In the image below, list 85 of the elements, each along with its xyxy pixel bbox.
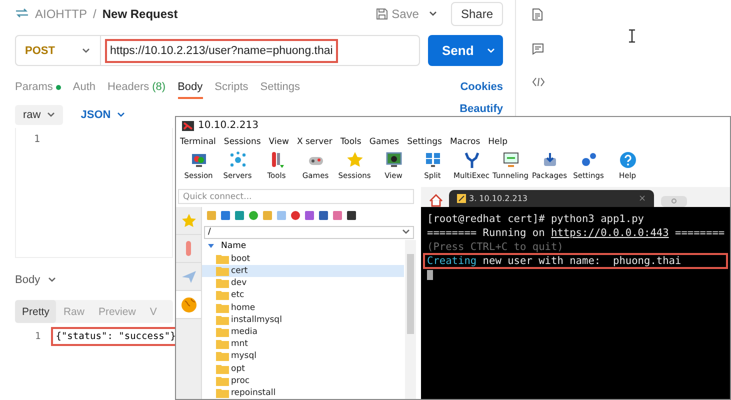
response-body-label: Body: [15, 274, 40, 286]
folder-row[interactable]: cert: [202, 264, 404, 278]
collection-name[interactable]: AIOHTTP: [35, 7, 88, 21]
folder-row[interactable]: home: [202, 301, 404, 314]
folder-row[interactable]: mnt: [202, 338, 404, 350]
chevron-down-icon: [487, 48, 495, 54]
folder-row[interactable]: mysql: [202, 350, 404, 362]
request-tab[interactable]: Settings: [260, 75, 300, 99]
terminal-tab[interactable]: 3. 10.10.2.213 ×: [449, 190, 654, 207]
folder-row[interactable]: proc: [202, 374, 404, 387]
menu-item[interactable]: Tools: [340, 136, 362, 146]
terminal-screen[interactable]: [root@redhat cert]# python3 app1.py ======== Running on https://0.0.0.0:443 ======== (Press CTRL+C to quit) Creating new user with name: phuong.thai: [421, 207, 730, 399]
document-icon[interactable]: [532, 8, 543, 21]
menu-item[interactable]: Macros: [450, 136, 480, 146]
share-button[interactable]: Share: [450, 2, 503, 26]
menu-item[interactable]: Settings: [407, 136, 442, 146]
help-icon: [618, 151, 636, 169]
menu-item[interactable]: Help: [488, 136, 508, 146]
network-icon: [228, 151, 246, 169]
path-field[interactable]: /: [204, 226, 414, 239]
menu-item[interactable]: Sessions: [224, 136, 261, 146]
quick-connect-field[interactable]: Quick connect...: [178, 189, 414, 204]
new-tab-icon[interactable]: [660, 195, 688, 207]
app-icon: [182, 120, 194, 130]
body-mode-dropdown[interactable]: raw: [15, 105, 63, 125]
http-icon: [15, 8, 29, 20]
comment-icon[interactable]: [532, 43, 544, 55]
terminal-line: (Press CTRL+C to quit): [426, 240, 564, 255]
menu-item[interactable]: View: [268, 136, 289, 146]
request-tab[interactable]: Auth: [72, 75, 96, 99]
save-icon: [376, 8, 388, 20]
chevron-down-icon: [116, 112, 125, 118]
star-icon: [346, 151, 364, 169]
response-tab[interactable]: Pretty: [15, 300, 56, 323]
monitor-icon: [384, 151, 402, 169]
chevron-down-icon: [82, 48, 90, 54]
globe-icon: [180, 296, 196, 312]
cookies-link[interactable]: Cookies: [460, 81, 503, 93]
fork-icon: [462, 151, 480, 169]
chevron-down-icon: [402, 229, 410, 236]
side-tab[interactable]: [176, 291, 201, 319]
request-tab[interactable]: Headers (8): [108, 75, 166, 99]
request-tab[interactable]: Params: [15, 75, 61, 99]
home-icon[interactable]: [429, 194, 443, 207]
save-button[interactable]: Save: [372, 5, 423, 23]
folder-row[interactable]: opt: [202, 362, 404, 375]
line-number: 1: [34, 134, 40, 145]
terminal-cursor: [427, 270, 433, 280]
scrollbar[interactable]: [405, 240, 416, 399]
menu-item[interactable]: Games: [369, 136, 400, 146]
chevron-down-icon: [48, 277, 56, 283]
close-tab-button[interactable]: ×: [638, 194, 646, 204]
url-field[interactable]: https://10.10.2.213/user?name=phuong.thai: [105, 38, 338, 62]
format-dropdown[interactable]: JSON: [72, 105, 133, 125]
paper-plane-icon: [180, 270, 196, 284]
text-cursor-icon: [628, 29, 636, 43]
monitor-icon: [190, 151, 208, 169]
chevron-down-icon: [46, 112, 55, 118]
folder-row[interactable]: etc: [202, 289, 404, 302]
body-editor[interactable]: 1: [15, 128, 173, 258]
folder-row[interactable]: dev: [202, 277, 404, 290]
folder-row[interactable]: boot: [202, 252, 404, 265]
menu-item[interactable]: Terminal: [180, 136, 216, 146]
star-icon: [180, 212, 196, 228]
folder-row[interactable]: installmysql: [202, 314, 404, 326]
request-tab[interactable]: Body: [178, 75, 203, 99]
method-dropdown[interactable]: POST: [16, 36, 101, 65]
tunnel-icon: [502, 151, 520, 169]
window-title: 10.10.2.213: [198, 120, 258, 131]
folder-row[interactable]: repoinstall: [202, 386, 404, 400]
sort-arrow-icon: [208, 244, 214, 248]
line-number: 1: [35, 331, 41, 342]
menu-item[interactable]: X server: [296, 136, 332, 146]
save-options-icon: [428, 11, 437, 17]
breadcrumb-separator: /: [93, 7, 96, 21]
request-name: New Request: [102, 7, 178, 21]
split-screen-icon: [424, 151, 442, 169]
request-tab[interactable]: Scripts: [214, 75, 248, 99]
send-button[interactable]: Send: [428, 35, 503, 66]
code-icon[interactable]: [532, 77, 545, 87]
column-header[interactable]: Name: [221, 241, 246, 252]
terminal-line: [root@redhat cert]# python3 app1.py: [426, 212, 645, 227]
beautify-link[interactable]: Beautify: [460, 103, 503, 115]
folder-row[interactable]: media: [202, 326, 404, 338]
terminal-line: ======== Running on https://0.0.0.0:443 ========: [426, 226, 726, 241]
